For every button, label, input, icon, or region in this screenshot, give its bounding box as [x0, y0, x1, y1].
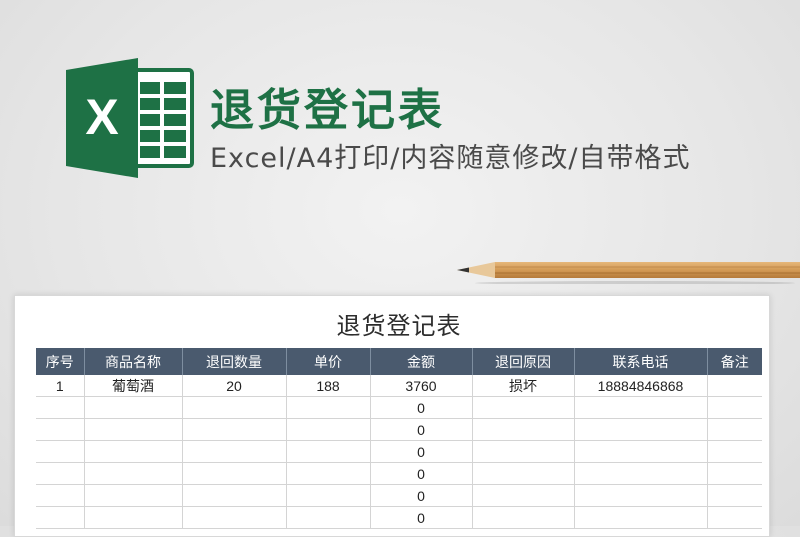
cell-product[interactable]	[84, 462, 183, 485]
cell-product[interactable]	[84, 440, 183, 463]
column-header-reason[interactable]: 退回原因	[472, 348, 575, 375]
cell-unit-price[interactable]	[286, 440, 371, 463]
column-header-product[interactable]: 商品名称	[84, 348, 183, 375]
cell-phone[interactable]	[574, 506, 708, 529]
cell-index[interactable]	[36, 484, 85, 507]
cell-phone[interactable]	[574, 462, 708, 485]
spreadsheet-sheet: 退货登记表 序号 商品名称 退回数量 单价 金额 退回原因 联系电话 备注 1 …	[14, 295, 770, 537]
cell-amount[interactable]: 0	[370, 484, 473, 507]
table-row: 0	[36, 396, 762, 419]
cell-phone[interactable]: 18884846868	[574, 375, 708, 397]
column-header-notes[interactable]: 备注	[707, 348, 762, 375]
cell-phone[interactable]	[574, 396, 708, 419]
cell-phone[interactable]	[574, 440, 708, 463]
pencil-icon	[457, 262, 800, 284]
cell-quantity[interactable]	[182, 462, 287, 485]
cell-unit-price[interactable]	[286, 418, 371, 441]
table-row: 1 葡萄酒 20 188 3760 损坏 18884846868	[36, 375, 762, 397]
sheet-title: 退货登记表	[336, 312, 462, 340]
cell-notes[interactable]	[707, 418, 762, 441]
column-header-unit-price[interactable]: 单价	[286, 348, 371, 375]
cell-notes[interactable]	[707, 375, 762, 397]
cell-index[interactable]	[36, 462, 85, 485]
column-header-amount[interactable]: 金额	[370, 348, 473, 375]
cell-quantity[interactable]: 20	[182, 375, 287, 397]
cell-amount[interactable]: 0	[370, 418, 473, 441]
cell-unit-price[interactable]	[286, 396, 371, 419]
cell-quantity[interactable]	[182, 484, 287, 507]
cell-reason[interactable]: 损坏	[472, 375, 575, 397]
cell-unit-price[interactable]: 188	[286, 375, 371, 397]
cell-reason[interactable]	[472, 506, 575, 529]
table-row: 0	[36, 462, 762, 485]
column-header-phone[interactable]: 联系电话	[574, 348, 708, 375]
page-title: 退货登记表	[210, 85, 445, 136]
cell-unit-price[interactable]	[286, 484, 371, 507]
cell-quantity[interactable]	[182, 396, 287, 419]
cell-index[interactable]	[36, 506, 85, 529]
logo-letter: X	[85, 89, 118, 145]
table-row: 0	[36, 506, 762, 529]
cell-quantity[interactable]	[182, 440, 287, 463]
page-subtitle: Excel/A4打印/内容随意修改/自带格式	[210, 143, 691, 174]
cell-product[interactable]	[84, 484, 183, 507]
cell-amount[interactable]: 0	[370, 462, 473, 485]
table-row: 0	[36, 418, 762, 441]
table-header-row: 序号 商品名称 退回数量 单价 金额 退回原因 联系电话 备注	[36, 348, 762, 375]
table-row: 0	[36, 484, 762, 507]
cell-notes[interactable]	[707, 506, 762, 529]
cell-product[interactable]	[84, 506, 183, 529]
cell-reason[interactable]	[472, 418, 575, 441]
cell-amount[interactable]: 3760	[370, 375, 473, 397]
cell-notes[interactable]	[707, 484, 762, 507]
cell-notes[interactable]	[707, 440, 762, 463]
cell-reason[interactable]	[472, 396, 575, 419]
cell-product[interactable]	[84, 396, 183, 419]
cell-reason[interactable]	[472, 440, 575, 463]
cell-index[interactable]	[36, 396, 85, 419]
cell-quantity[interactable]	[182, 418, 287, 441]
cell-reason[interactable]	[472, 462, 575, 485]
cell-quantity[interactable]	[182, 506, 287, 529]
cell-phone[interactable]	[574, 418, 708, 441]
cell-unit-price[interactable]	[286, 506, 371, 529]
cell-reason[interactable]	[472, 484, 575, 507]
cell-phone[interactable]	[574, 484, 708, 507]
table-row: 0	[36, 440, 762, 463]
cell-index[interactable]: 1	[36, 375, 85, 397]
return-register-table: 序号 商品名称 退回数量 单价 金额 退回原因 联系电话 备注 1 葡萄酒 20…	[36, 348, 762, 529]
cell-index[interactable]	[36, 440, 85, 463]
column-header-quantity[interactable]: 退回数量	[182, 348, 287, 375]
cell-index[interactable]	[36, 418, 85, 441]
cell-amount[interactable]: 0	[370, 396, 473, 419]
cell-amount[interactable]: 0	[370, 506, 473, 529]
excel-icon: X	[66, 58, 194, 178]
cell-amount[interactable]: 0	[370, 440, 473, 463]
cell-unit-price[interactable]	[286, 462, 371, 485]
column-header-index[interactable]: 序号	[36, 348, 85, 375]
cell-product[interactable]: 葡萄酒	[84, 375, 183, 397]
cell-notes[interactable]	[707, 396, 762, 419]
cell-product[interactable]	[84, 418, 183, 441]
cell-notes[interactable]	[707, 462, 762, 485]
